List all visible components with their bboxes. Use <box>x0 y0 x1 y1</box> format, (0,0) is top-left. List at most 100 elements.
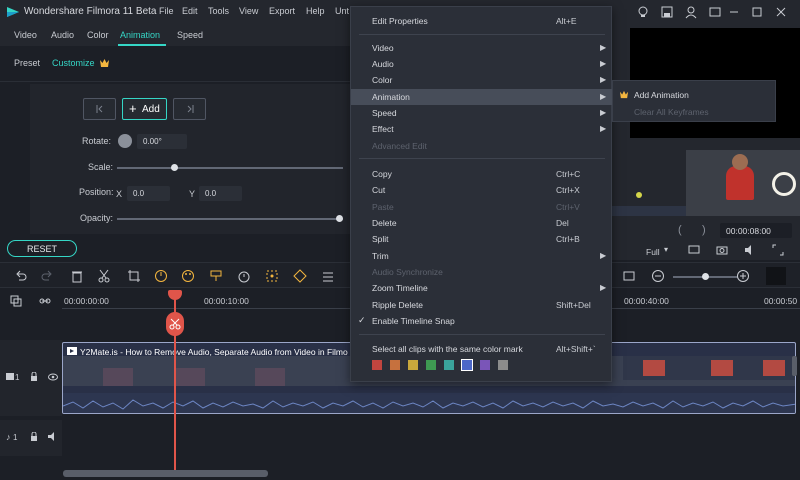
eye-icon[interactable] <box>48 373 58 381</box>
prev-keyframe-button[interactable] <box>83 98 116 120</box>
menu-item-clear-all-keyframes[interactable]: Clear All Keyframes <box>613 104 777 120</box>
color-swatch[interactable] <box>390 360 400 370</box>
close-icon[interactable] <box>774 5 788 19</box>
menu-item-speed[interactable]: Speed ▶ <box>351 105 613 121</box>
color-swatch[interactable] <box>426 360 436 370</box>
menu-item-label: Animation <box>372 92 410 102</box>
notification-icon[interactable] <box>708 5 722 19</box>
snapshot-icon[interactable] <box>716 244 728 256</box>
menu-item-effect[interactable]: Effect ▶ <box>351 121 613 137</box>
crop-icon[interactable] <box>127 269 141 283</box>
add-keyframe-button[interactable]: + Add <box>122 98 167 120</box>
opacity-slider[interactable] <box>117 218 343 220</box>
thumbnail <box>711 360 733 376</box>
menu-item-audio[interactable]: Audio ▶ <box>351 56 613 72</box>
keyframe-icon[interactable] <box>293 269 307 283</box>
scale-slider-knob[interactable] <box>171 164 178 171</box>
menu-tools[interactable]: Tools <box>208 6 229 16</box>
menu-item-split[interactable]: Split Ctrl+B <box>351 231 613 247</box>
video-track-header: 1 <box>0 340 62 416</box>
menu-view[interactable]: View <box>239 6 258 16</box>
menu-item-color[interactable]: Color ▶ <box>351 72 613 88</box>
opacity-slider-knob[interactable] <box>336 215 343 222</box>
stabilize-icon[interactable] <box>265 269 279 283</box>
menu-item-enable-timeline-snap[interactable]: ✓ Enable Timeline Snap <box>351 313 613 329</box>
maximize-icon[interactable] <box>750 5 764 19</box>
menu-item-advanced-edit[interactable]: Advanced Edit <box>351 138 613 154</box>
next-keyframe-button[interactable] <box>173 98 206 120</box>
tab-animation[interactable]: Animation <box>120 30 160 40</box>
tab-speed[interactable]: Speed <box>177 30 203 40</box>
zoom-out-icon[interactable] <box>651 269 665 283</box>
menu-item-cut[interactable]: Cut Ctrl+X <box>351 182 613 198</box>
zoom-in-icon[interactable] <box>736 269 750 283</box>
menu-item-delete[interactable]: Delete Del <box>351 215 613 231</box>
color-swatch[interactable] <box>444 360 454 370</box>
speed-icon[interactable] <box>154 269 168 283</box>
menu-item-animation[interactable]: Animation ▶ <box>351 89 613 105</box>
timer-icon[interactable] <box>237 269 251 283</box>
menu-item-paste[interactable]: Paste Ctrl+V <box>351 199 613 215</box>
zoom-slider-knob[interactable] <box>702 273 709 280</box>
menu-edit[interactable]: Edit <box>182 6 198 16</box>
rotate-dial[interactable] <box>118 134 132 148</box>
save-icon[interactable] <box>660 5 674 19</box>
position-y-input[interactable]: 0.0 <box>199 186 242 201</box>
subtab-customize[interactable]: Customize <box>52 58 95 68</box>
fullscreen-icon[interactable] <box>772 244 784 256</box>
color-swatch[interactable] <box>498 360 508 370</box>
menu-export[interactable]: Export <box>269 6 295 16</box>
prev-frame-icon[interactable]: ( <box>678 224 682 236</box>
menu-item-add-animation[interactable]: Add Animation <box>613 87 777 103</box>
audio-mixer-icon[interactable] <box>209 269 223 283</box>
account-icon[interactable] <box>684 5 698 19</box>
lock-icon[interactable] <box>30 432 38 441</box>
render-preview-icon[interactable] <box>688 244 700 256</box>
menu-item-trim[interactable]: Trim ▶ <box>351 248 613 264</box>
menu-file[interactable]: File <box>159 6 174 16</box>
menu-item-edit-properties[interactable]: Edit Properties Alt+E <box>351 13 613 29</box>
delete-icon[interactable] <box>70 269 84 283</box>
undo-icon[interactable] <box>14 269 28 283</box>
audio-track-header: ♪ 1 <box>0 420 62 456</box>
menu-item-select-color-mark[interactable]: Select all clips with the same color mar… <box>351 341 613 357</box>
menu-item-ripple-delete[interactable]: Ripple Delete Shift+Del <box>351 297 613 313</box>
next-frame-icon[interactable]: ) <box>702 224 706 236</box>
menu-item-audio-synchronize[interactable]: Audio Synchronize <box>351 264 613 280</box>
split-scissors-button[interactable] <box>166 312 184 336</box>
menu-item-label: Audio <box>372 59 394 69</box>
vertical-scrollbar[interactable] <box>792 356 797 376</box>
quality-select[interactable]: Full <box>646 247 660 257</box>
menu-help[interactable]: Help <box>306 6 325 16</box>
scissors-icon[interactable] <box>97 269 111 283</box>
reset-button[interactable]: RESET <box>7 240 77 257</box>
position-x-input[interactable]: 0.0 <box>127 186 170 201</box>
color-swatch[interactable] <box>480 360 490 370</box>
menu-item-copy[interactable]: Copy Ctrl+C <box>351 166 613 182</box>
tab-audio[interactable]: Audio <box>51 30 74 40</box>
redo-icon[interactable] <box>40 269 54 283</box>
tab-video[interactable]: Video <box>14 30 37 40</box>
volume-icon[interactable] <box>744 244 756 256</box>
rotate-input[interactable]: 0.00° <box>137 134 187 149</box>
premium-crown-icon <box>619 90 629 99</box>
render-icon[interactable] <box>622 269 636 283</box>
rotate-label: Rotate: <box>82 136 112 146</box>
menu-item-zoom-timeline[interactable]: Zoom Timeline ▶ <box>351 280 613 296</box>
tab-color[interactable]: Color <box>87 30 109 40</box>
add-track-icon[interactable] <box>10 295 22 307</box>
subtab-preset[interactable]: Preset <box>14 58 40 68</box>
link-icon[interactable] <box>39 295 51 307</box>
horizontal-scrollbar[interactable] <box>63 470 268 477</box>
color-swatch[interactable] <box>408 360 418 370</box>
light-bulb-icon[interactable] <box>636 5 650 19</box>
minimize-icon[interactable] <box>727 5 741 19</box>
color-swatch[interactable] <box>461 359 473 371</box>
lock-icon[interactable] <box>30 372 38 381</box>
color-palette-icon[interactable] <box>181 269 195 283</box>
color-swatch[interactable] <box>372 360 382 370</box>
menu-item-video[interactable]: Video ▶ <box>351 40 613 56</box>
speaker-icon[interactable] <box>48 432 58 441</box>
scale-slider[interactable] <box>117 167 343 169</box>
audio-adjust-icon[interactable] <box>321 269 335 283</box>
